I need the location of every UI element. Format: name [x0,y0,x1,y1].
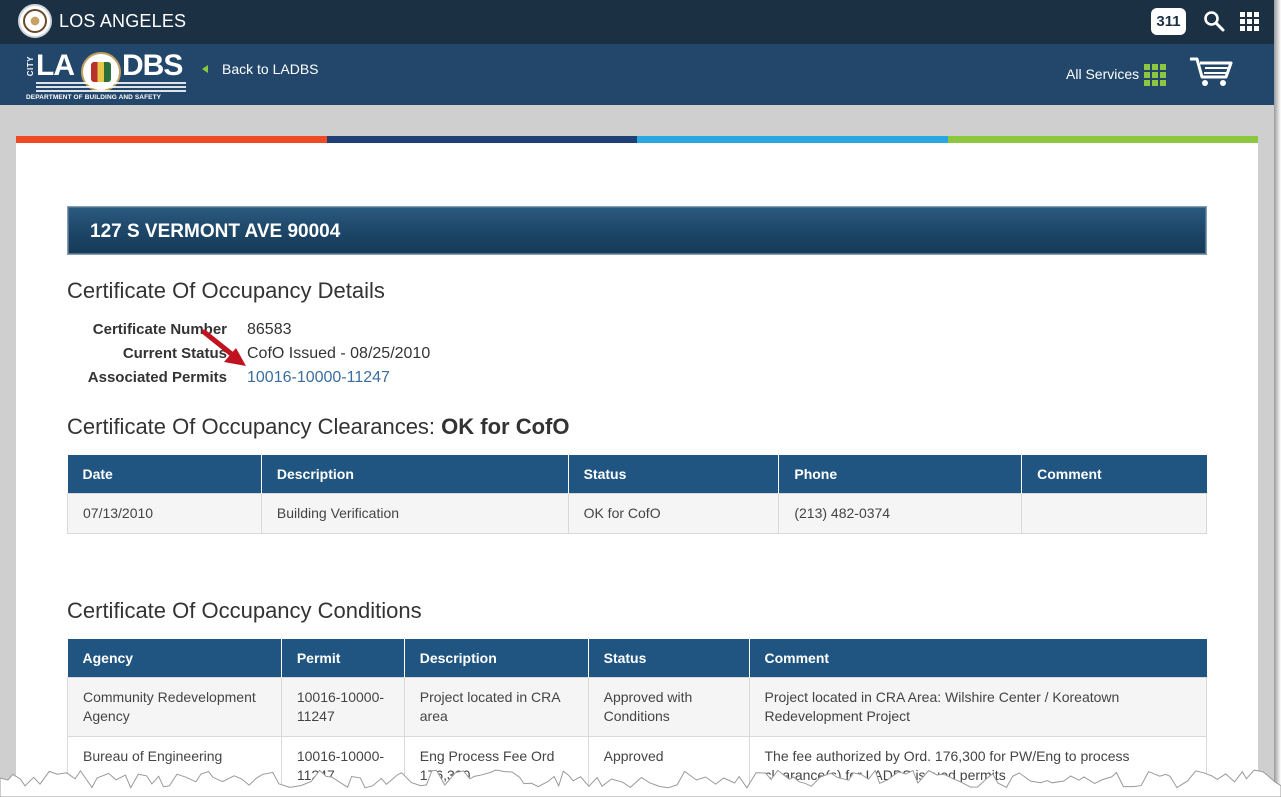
col-date: Date [67,455,262,493]
col-comment: Comment [749,639,1207,677]
table-row: 07/13/2010 Building Verification OK for … [67,492,1207,534]
logo-dept-text: DEPARTMENT OF BUILDING AND SAFETY [26,94,162,101]
clearances-section-title: Certificate Of Occupancy Clearances: OK … [67,414,570,440]
col-description: Description [261,455,569,493]
shopping-cart-icon[interactable] [1188,55,1234,87]
table-row: Community Redevelopment Agency 10016-100… [67,676,1207,737]
certificate-number-value: 86583 [247,321,292,338]
cell-status: OK for CofO [567,492,780,534]
ladbs-logo[interactable]: CITY LA DBS DEPARTMENT OF BUILDING AND S… [26,50,188,102]
stripe-orange [16,136,327,143]
cell-agency: Community Redevelopment Agency [67,676,282,737]
search-icon[interactable] [1203,10,1225,32]
logo-stripes [36,82,186,92]
right-shadow [1274,0,1281,797]
back-arrow-icon [202,65,208,73]
col-description: Description [404,639,589,677]
city-header: LOS ANGELES 311 [0,0,1274,44]
logo-city-text: CITY [26,56,35,77]
stripe-navy [326,136,637,143]
cell-status: Approved with Conditions [587,676,750,737]
all-services-link[interactable]: All Services [1066,66,1139,82]
clearances-title-prefix: Certificate Of Occupancy Clearances: [67,414,436,439]
logo-dbs-text: DBS [122,49,183,82]
annotation-arrow-icon [201,329,246,366]
col-comment: Comment [1021,455,1207,493]
apps-grid-icon[interactable] [1240,12,1259,31]
stripe-blue [637,136,948,143]
col-status: Status [568,455,780,493]
col-agency: Agency [67,639,282,677]
stripe-green [947,136,1258,143]
clearances-table: Date Description Status Phone Comment 07… [67,455,1207,534]
torn-edge [0,769,1281,797]
col-permit: Permit [281,639,405,677]
color-stripe-bar [16,136,1258,143]
current-status-value: CofO Issued - 08/25/2010 [247,345,431,362]
cell-description: Project located in CRA area [403,676,589,737]
clearances-title-status: OK for CofO [441,414,570,439]
conditions-section-title: Certificate Of Occupancy Conditions [67,598,422,623]
cell-date: 07/13/2010 [67,492,262,534]
all-services-grid-icon[interactable] [1144,64,1166,86]
associated-permits-label: Associated Permits [87,369,227,386]
cell-permit: 10016-10000-11247 [280,676,405,737]
col-phone: Phone [778,455,1023,493]
associated-permit-link[interactable]: 10016-10000-11247 [247,369,390,387]
details-section-title: Certificate Of Occupancy Details [67,278,385,303]
cell-phone: (213) 482-0374 [778,492,1023,534]
address-header: 127 S VERMONT AVE 90004 [67,206,1207,255]
back-to-ladbs-link[interactable]: Back to LADBS [222,61,319,77]
311-button[interactable]: 311 [1151,8,1186,35]
city-title[interactable]: LOS ANGELES [59,11,186,32]
cell-comment [1021,492,1207,534]
address-title: 127 S VERMONT AVE 90004 [90,221,341,242]
cell-comment: Project located in CRA Area: Wilshire Ce… [748,676,1207,737]
city-seal-logo[interactable] [18,4,52,38]
logo-la-text: LA [36,49,75,82]
col-status: Status [588,639,750,677]
cell-description: Building Verification [260,492,569,534]
